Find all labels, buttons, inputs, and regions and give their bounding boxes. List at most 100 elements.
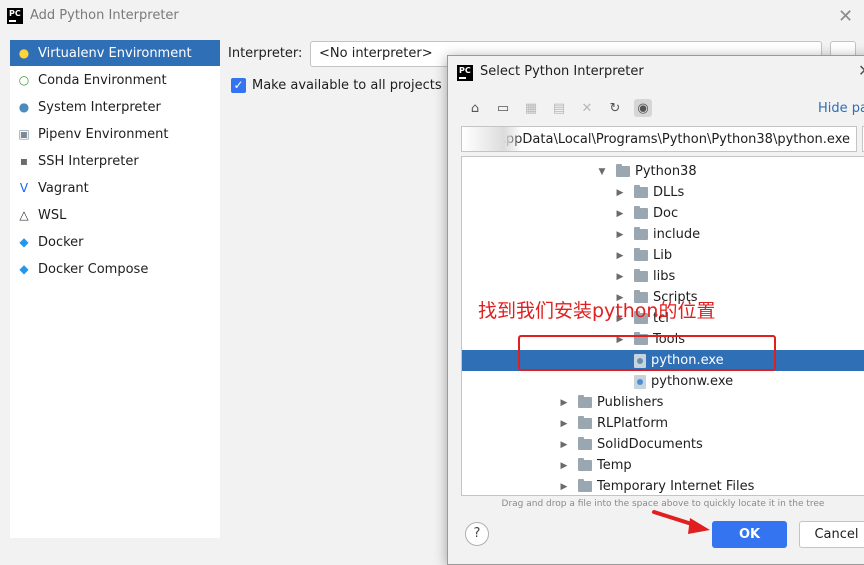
conda-icon: ○	[18, 73, 30, 87]
folder-icon	[616, 164, 630, 177]
sidebar-item-pipenv-environment[interactable]: ▣ Pipenv Environment	[10, 121, 220, 147]
expand-arrow-icon[interactable]: ▶	[558, 461, 570, 471]
annotation-highlight-box	[518, 335, 776, 371]
tree-item-label: Temporary Internet Files	[597, 479, 755, 494]
interpreter-type-list: ● Virtualenv Environment ○ Conda Environmen…	[10, 40, 220, 538]
ok-button[interactable]: OK	[712, 521, 787, 548]
sidebar-item-conda-environment[interactable]: ○ Conda Environment	[10, 67, 220, 93]
folder-icon	[634, 185, 648, 198]
sidebar-item-vagrant[interactable]: V Vagrant	[10, 175, 220, 201]
home-icon[interactable]: ⌂	[466, 99, 484, 117]
expand-arrow-icon[interactable]: ▶	[558, 482, 570, 492]
tree-item-label: pythonw.exe	[651, 374, 734, 389]
tree-folder-row[interactable]: ▶ Publishers	[462, 392, 864, 413]
sidebar-item-wsl[interactable]: △ WSL	[10, 202, 220, 228]
tree-item-label: DLLs	[653, 185, 685, 200]
help-button[interactable]: ?	[465, 522, 489, 546]
main-window-title: Add Python Interpreter	[30, 8, 179, 23]
pycharm-logo-icon: PC	[457, 65, 473, 81]
expand-arrow-icon[interactable]: ▶	[614, 272, 626, 282]
close-icon[interactable]: ✕	[858, 61, 864, 80]
ssh-icon: ▪	[19, 154, 29, 168]
delete-icon[interactable]: ✕	[578, 99, 596, 117]
collapse-arrow-icon[interactable]: ▼	[596, 167, 608, 177]
sidebar-item-system-interpreter[interactable]: ● System Interpreter	[10, 94, 220, 120]
sidebar-item-label: SSH Interpreter	[38, 153, 139, 169]
tree-item-label: SolidDocuments	[597, 437, 703, 452]
annotation-arrow-icon	[652, 510, 710, 534]
expand-arrow-icon[interactable]: ▶	[614, 230, 626, 240]
folder-icon	[578, 395, 592, 408]
tree-folder-row[interactable]: ▶ DLLs	[462, 182, 864, 203]
sidebar-item-label: Docker	[38, 234, 84, 250]
folder-icon	[578, 437, 592, 450]
pipenv-icon: ▣	[18, 127, 30, 141]
new-folder-icon[interactable]: ▤	[550, 99, 568, 117]
file-chooser-toolbar: ⌂ ▭ ▦ ▤ ✕ ↻ ◉	[466, 96, 652, 120]
sidebar-item-virtualenv-environment[interactable]: ● Virtualenv Environment	[10, 40, 220, 66]
tree-folder-row[interactable]: ▶ libs	[462, 266, 864, 287]
folder-icon	[634, 269, 648, 282]
tree-item-label: Doc	[653, 206, 679, 221]
sidebar-item-label: Vagrant	[38, 180, 89, 196]
expand-arrow-icon[interactable]: ▶	[558, 440, 570, 450]
docker-icon: ◆	[19, 235, 29, 249]
redacted-path-prefix	[462, 127, 522, 151]
annotation-text: 找到我们安装python的位置	[478, 300, 716, 322]
tree-folder-row[interactable]: ▶ Lib	[462, 245, 864, 266]
tree-folder-row[interactable]: ▶ Doc	[462, 203, 864, 224]
close-icon[interactable]: ✕	[838, 6, 853, 27]
tree-item-label: include	[653, 227, 701, 242]
show-hidden-icon[interactable]: ◉	[634, 99, 652, 117]
tree-folder-row[interactable]: ▶ RLPlatform	[462, 413, 864, 434]
sidebar-item-ssh-interpreter[interactable]: ▪ SSH Interpreter	[10, 148, 220, 174]
file-tree: ▼ Python38 ▶ DLLs ▶ Doc ▶ include ▶ Lib ▶ libs ▶ Scri…	[461, 156, 864, 496]
pycharm-logo-icon: PC	[7, 8, 23, 24]
folder-icon	[578, 416, 592, 429]
cancel-button[interactable]: Cancel	[799, 521, 864, 548]
tree-file-row[interactable]: pythonw.exe	[462, 371, 864, 392]
folder-icon	[578, 458, 592, 471]
folder-icon	[634, 206, 648, 219]
dialog-title: Select Python Interpreter	[480, 64, 644, 79]
tree-item-label: Publishers	[597, 395, 664, 410]
desktop-icon[interactable]: ▭	[494, 99, 512, 117]
linux-icon: △	[19, 208, 29, 222]
sidebar-item-label: Virtualenv Environment	[38, 45, 192, 61]
folder-icon	[578, 479, 592, 492]
expand-arrow-icon[interactable]: ▶	[614, 188, 626, 198]
tree-item-label: libs	[653, 269, 676, 284]
tree-item-label: RLPlatform	[597, 416, 669, 431]
sidebar-item-label: WSL	[38, 207, 67, 223]
project-icon[interactable]: ▦	[522, 99, 540, 117]
sidebar-item-label: Docker Compose	[38, 261, 149, 277]
python-icon: ●	[18, 100, 30, 114]
hide-path-link[interactable]: Hide pa	[818, 101, 864, 116]
expand-arrow-icon[interactable]: ▶	[614, 251, 626, 261]
expand-arrow-icon[interactable]: ▶	[614, 209, 626, 219]
refresh-icon[interactable]: ↻	[606, 99, 624, 117]
docker-icon: ◆	[19, 262, 29, 276]
make-available-checkbox[interactable]: ✓	[231, 78, 246, 93]
expand-arrow-icon[interactable]: ▶	[558, 398, 570, 408]
expand-arrow-icon[interactable]: ▶	[558, 419, 570, 429]
make-available-label[interactable]: Make available to all projects	[252, 78, 442, 93]
sidebar-item-label: System Interpreter	[38, 99, 161, 115]
python-icon: ●	[18, 46, 30, 60]
sidebar-item-docker[interactable]: ◆ Docker	[10, 229, 220, 255]
tree-item-label: Python38	[635, 164, 697, 179]
tree-folder-row[interactable]: ▶ include	[462, 224, 864, 245]
folder-icon	[634, 227, 648, 240]
tree-folder-row[interactable]: ▶ Temporary Internet Files	[462, 476, 864, 495]
tree-item-label: Temp	[597, 458, 632, 473]
sidebar-item-label: Pipenv Environment	[38, 126, 169, 142]
tree-item-label: Lib	[653, 248, 673, 263]
main-title-bar: PC Add Python Interpreter ✕	[0, 0, 864, 34]
python-file-icon	[634, 374, 646, 389]
interpreter-label: Interpreter:	[228, 46, 303, 61]
sidebar-item-docker-compose[interactable]: ◆ Docker Compose	[10, 256, 220, 282]
tree-folder-row[interactable]: ▶ Temp	[462, 455, 864, 476]
tree-folder-row[interactable]: ▶ SolidDocuments	[462, 434, 864, 455]
tree-folder-row[interactable]: ▼ Python38	[462, 161, 864, 182]
vagrant-icon: V	[19, 181, 29, 195]
